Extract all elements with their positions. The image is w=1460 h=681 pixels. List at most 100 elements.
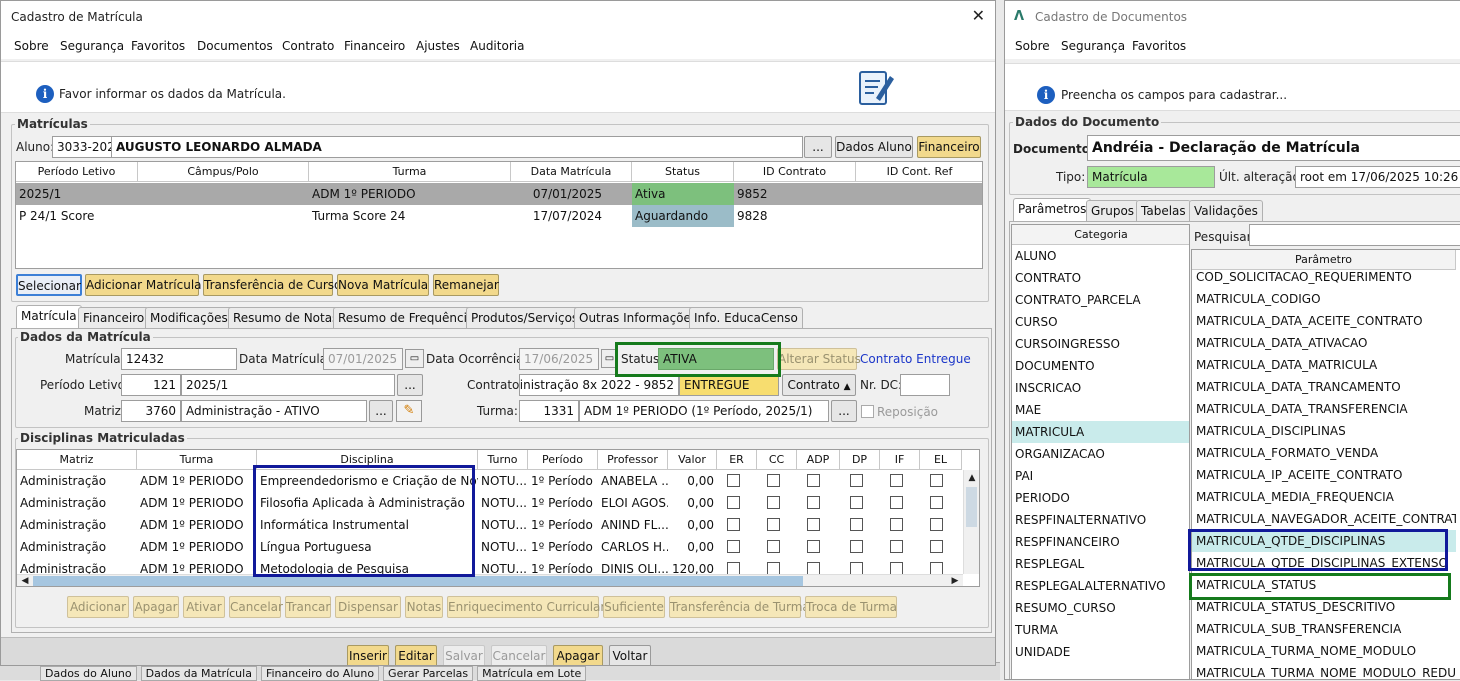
disciplina-action-button[interactable]: Notas — [405, 596, 443, 618]
background-tab[interactable]: Financeiro do Aluno — [260, 666, 380, 681]
menu-sobre[interactable]: Sobre — [1015, 39, 1050, 53]
flag-checkbox[interactable] — [930, 496, 943, 509]
categoria-item[interactable]: PERIODO — [1012, 487, 1189, 509]
disciplina-action-button[interactable]: Adicionar — [67, 596, 129, 618]
table-row[interactable]: Administração ADM 1º PERIODO Língua Portug… — [17, 536, 963, 558]
matriz-code-field[interactable]: 3760 — [121, 400, 181, 422]
tab-outras-informacoes[interactable]: Outras Informações — [574, 307, 703, 328]
categoria-item[interactable]: CURSOINGRESSO — [1012, 333, 1189, 355]
tab-info-educacenso[interactable]: Info. EducaCenso — [689, 307, 803, 328]
categoria-item[interactable]: MATRICULA — [1012, 421, 1189, 443]
scroll-right-icon[interactable]: ▶ — [948, 575, 962, 586]
menu-ajustes[interactable]: Ajustes — [416, 39, 460, 53]
parametro-item[interactable]: MATRICULA_DATA_ATIVACAO — [1192, 332, 1456, 354]
flag-checkbox[interactable] — [807, 518, 820, 531]
periodo-code-field[interactable]: 121 — [121, 374, 181, 396]
flag-checkbox[interactable] — [767, 474, 780, 487]
selecionar-button[interactable]: Selecionar — [16, 274, 82, 296]
disciplina-action-button[interactable]: Enriquecimento Curricular — [447, 596, 605, 618]
tab-grupos[interactable]: Grupos — [1086, 200, 1140, 221]
contrato-entregue-link[interactable]: Contrato Entregue — [860, 352, 971, 366]
flag-checkbox[interactable] — [890, 540, 903, 553]
adicionar-matricula-button[interactable]: Adicionar Matrícula — [85, 274, 202, 296]
flag-checkbox[interactable] — [890, 518, 903, 531]
tab-parametros[interactable]: Parâmetros — [1013, 198, 1092, 221]
categoria-item[interactable]: MAE — [1012, 399, 1189, 421]
calendar-icon[interactable]: ▭ — [405, 349, 424, 368]
col-periodo-letivo[interactable]: Período Letivo — [16, 162, 138, 182]
scroll-thumb[interactable] — [966, 487, 977, 527]
parametro-item[interactable]: MATRICULA_TURMA_NOME_MODULO_REDUZ... — [1192, 662, 1456, 679]
categoria-item[interactable]: TURMA — [1012, 619, 1189, 641]
table-row[interactable]: Administração ADM 1º PERIODO Informática I… — [17, 514, 963, 536]
col-turno[interactable]: Turno — [478, 450, 528, 470]
parametro-item[interactable]: MATRICULA_CODIGO — [1192, 288, 1456, 310]
cancelar-button[interactable]: Cancelar — [491, 645, 547, 665]
disciplina-action-button[interactable]: Apagar — [133, 596, 179, 618]
flag-checkbox[interactable] — [807, 474, 820, 487]
disciplina-action-button[interactable]: Dispensar — [335, 596, 401, 618]
flag-checkbox[interactable] — [850, 474, 863, 487]
col-periodo[interactable]: Período — [528, 450, 598, 470]
menu-favoritos[interactable]: Favoritos — [131, 39, 185, 53]
categoria-item[interactable]: UNIDADE — [1012, 641, 1189, 663]
parametro-item[interactable]: MATRICULA_SUB_TRANSFERENCIA — [1192, 618, 1456, 640]
col-dp[interactable]: DP — [840, 450, 880, 470]
disciplina-action-button[interactable]: Ativar — [183, 596, 225, 618]
flag-checkbox[interactable] — [890, 496, 903, 509]
menu-auditoria[interactable]: Auditoria — [470, 39, 524, 53]
col-matriz[interactable]: Matriz — [17, 450, 137, 470]
flag-checkbox[interactable] — [727, 518, 740, 531]
menu-contrato[interactable]: Contrato — [282, 39, 334, 53]
close-icon[interactable]: ✕ — [972, 6, 985, 25]
aluno-name-field[interactable]: AUGUSTO LEONARDO ALMADA — [111, 136, 803, 158]
background-tab[interactable]: Gerar Parcelas — [383, 666, 474, 681]
parametro-item[interactable]: MATRICULA_FORMATO_VENDA — [1192, 442, 1456, 464]
col-id-cont-ref[interactable]: ID Cont. Ref — [856, 162, 982, 182]
parametro-item[interactable]: MATRICULA_DATA_MATRICULA — [1192, 354, 1456, 376]
hscroll-thumb[interactable] — [33, 576, 803, 586]
parametro-item[interactable]: MATRICULA_IP_ACEITE_CONTRATO — [1192, 464, 1456, 486]
disciplina-action-button[interactable]: Cancelar — [229, 596, 283, 618]
categoria-item[interactable]: DOCUMENTO — [1012, 355, 1189, 377]
tab-produtos-servicos[interactable]: Produtos/Serviços — [466, 307, 584, 328]
categoria-item[interactable]: RESPFINALTERNATIVO — [1012, 509, 1189, 531]
categoria-header[interactable]: Categoria — [1012, 225, 1189, 245]
scroll-left-icon[interactable]: ◀ — [18, 575, 32, 586]
menu-seguranca[interactable]: Segurança — [60, 39, 124, 53]
horizontal-scrollbar[interactable]: ◀ ▶ — [17, 574, 963, 586]
col-turma[interactable]: Turma — [137, 450, 257, 470]
menu-favoritos[interactable]: Favoritos — [1132, 39, 1186, 53]
disciplina-action-button[interactable]: Transferência de Turma — [669, 596, 810, 618]
categoria-item[interactable]: CONTRATO — [1012, 267, 1189, 289]
periodo-lookup-button[interactable]: ... — [397, 374, 423, 396]
voltar-button[interactable]: Voltar — [609, 645, 651, 665]
col-valor[interactable]: Valor — [668, 450, 717, 470]
scroll-up-icon[interactable]: ▲ — [965, 471, 979, 485]
categoria-item[interactable]: CONTRATO_PARCELA — [1012, 289, 1189, 311]
parametro-item[interactable]: MATRICULA_NAVEGADOR_ACEITE_CONTRATO — [1192, 508, 1456, 530]
col-cc[interactable]: CC — [757, 450, 797, 470]
tab-financeiro[interactable]: Financeiro — [78, 307, 150, 328]
turma-code-field[interactable]: 1331 — [519, 400, 579, 422]
col-adp[interactable]: ADP — [797, 450, 840, 470]
alterar-status-button[interactable]: Alterar Status — [777, 348, 861, 370]
background-tab[interactable]: Dados do Aluno — [40, 666, 137, 681]
categoria-item[interactable]: INSCRICAO — [1012, 377, 1189, 399]
flag-checkbox[interactable] — [890, 474, 903, 487]
col-status[interactable]: Status — [632, 162, 734, 182]
apagar-button[interactable]: Apagar — [553, 645, 603, 665]
parametro-item[interactable]: MATRICULA_DISCIPLINAS — [1192, 420, 1456, 442]
tab-matricula[interactable]: Matrícula — [16, 305, 82, 328]
flag-checkbox[interactable] — [807, 540, 820, 553]
contrato-dropdown-button[interactable]: Contrato ▲ — [782, 374, 856, 396]
col-el[interactable]: EL — [920, 450, 962, 470]
turma-field[interactable]: ADM 1º PERIODO (1º Período, 2025/1) — [579, 400, 829, 422]
periodo-field[interactable]: 2025/1 — [181, 374, 395, 396]
categoria-item[interactable]: PAI — [1012, 465, 1189, 487]
aluno-code-field[interactable]: 3033-2022 — [52, 136, 112, 158]
categoria-item[interactable]: ORGANIZACAO — [1012, 443, 1189, 465]
categoria-item[interactable]: RESPLEGALALTERNATIVO — [1012, 575, 1189, 597]
contrato-field[interactable]: 9852 - Administração 8x 2022 — [519, 374, 679, 396]
nr-dc-field[interactable] — [900, 374, 950, 396]
